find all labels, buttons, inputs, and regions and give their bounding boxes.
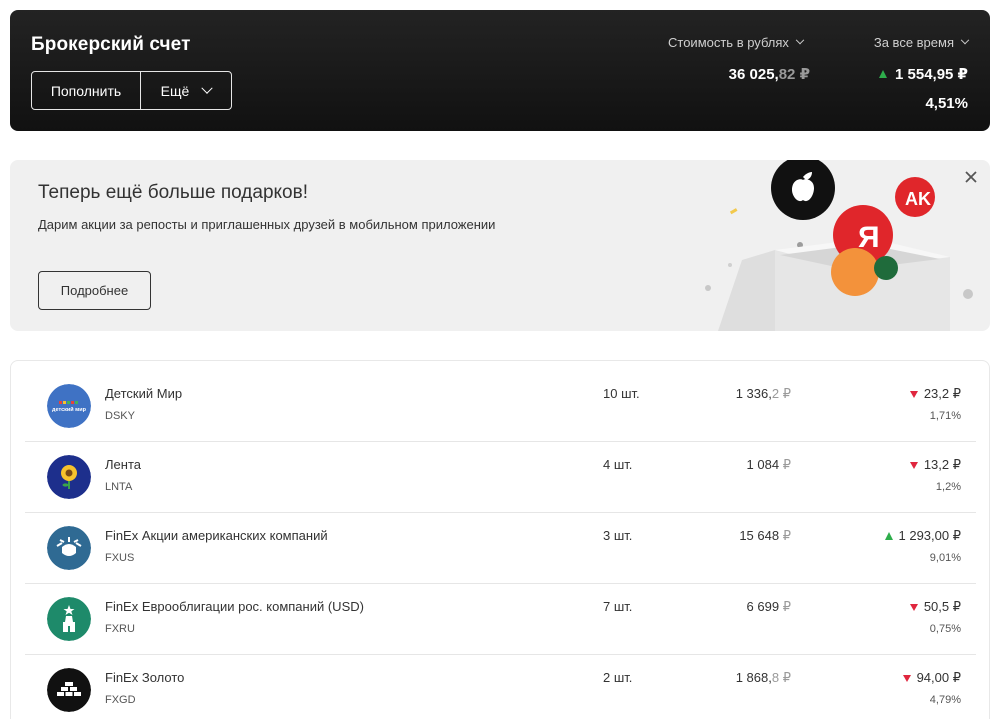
holding-value: 1 084 ₽ — [747, 457, 791, 473]
holding-value-currency: ₽ — [782, 457, 791, 472]
holding-value-int: 15 648 — [739, 528, 780, 543]
close-icon[interactable] — [964, 170, 978, 184]
holding-value: 1 336,2 ₽ — [736, 386, 791, 402]
holding-value-int: 1 336, — [735, 386, 772, 401]
portfolio-gain-percent: 4,51% — [925, 95, 968, 112]
svg-text:детский мир: детский мир — [52, 406, 87, 413]
holding-change-percent: 4,79% — [929, 694, 961, 706]
holding-ticker: DSKY — [105, 410, 135, 422]
promo-details-button[interactable]: Подробнее — [38, 271, 151, 310]
holding-value: 6 699 ₽ — [747, 599, 791, 615]
holding-change-value: 1 293,00 ₽ — [898, 528, 962, 543]
valuation-dropdown[interactable]: Стоимость в рублях — [668, 35, 805, 50]
holding-name: Детский Мир — [105, 386, 183, 401]
holding-row[interactable]: детский мир Детский Мир DSKY 10 шт. 1 336,2 … — [25, 371, 976, 442]
holding-value: 1 868,8 ₽ — [736, 670, 791, 686]
svg-text:AK: AK — [905, 189, 931, 209]
arrow-up-icon — [884, 532, 893, 540]
holding-value-currency: ₽ — [782, 528, 791, 543]
holding-value-currency: ₽ — [782, 670, 791, 685]
holdings-list: детский мир Детский Мир DSKY 10 шт. 1 336,2 … — [10, 360, 990, 719]
valuation-dropdown-label: Стоимость в рублях — [668, 35, 789, 50]
more-button-label: Ещё — [160, 82, 190, 99]
promo-description: Дарим акции за репосты и приглашенных др… — [38, 217, 496, 232]
holding-change: 1 293,00 ₽ — [884, 528, 962, 544]
holding-name: FinEx Акции американских компаний — [105, 528, 328, 543]
arrow-down-icon — [909, 603, 918, 611]
holding-change: 94,00 ₽ — [902, 670, 961, 686]
holding-row[interactable]: FinEx Еврооблигации рос. компаний (USD) F… — [25, 584, 976, 655]
chevron-down-icon — [201, 82, 213, 94]
holding-change-percent: 0,75% — [929, 623, 961, 635]
portfolio-total-frac: 82 — [778, 66, 796, 83]
holding-quantity: 7 шт. — [603, 599, 633, 614]
promo-title: Теперь ещё больше подарков! — [38, 182, 308, 203]
holding-ticker: FXGD — [105, 694, 136, 706]
holding-ticker: LNTA — [105, 481, 133, 493]
holding-value-int: 1 084 — [746, 457, 780, 472]
holding-quantity: 2 шт. — [603, 670, 633, 685]
holding-change: 13,2 ₽ — [909, 457, 961, 473]
period-dropdown[interactable]: За все время — [873, 35, 970, 50]
holding-value: 15 648 ₽ — [739, 528, 791, 544]
holding-value-currency: ₽ — [782, 599, 791, 614]
statue-of-liberty-logo-icon — [47, 526, 91, 570]
chevron-down-icon — [795, 35, 805, 44]
portfolio-gain-value: 1 554,95 ₽ — [895, 66, 968, 83]
topup-button[interactable]: Пополнить — [32, 72, 141, 109]
header-actions: Пополнить Ещё — [31, 71, 232, 110]
holding-ticker: FXRU — [105, 623, 135, 635]
lenta-sunflower-logo-icon — [47, 455, 91, 499]
holding-ticker: FXUS — [105, 552, 135, 564]
arrow-up-icon — [879, 70, 887, 78]
arrow-down-icon — [909, 461, 918, 469]
holding-change: 50,5 ₽ — [909, 599, 961, 615]
holding-name: FinEx Золото — [105, 670, 185, 685]
arrow-down-icon — [902, 674, 911, 682]
holding-value-int: 6 699 — [746, 599, 780, 614]
gold-bars-logo-icon — [47, 668, 91, 712]
holding-row[interactable]: FinEx Акции американских компаний FXUS 3 ш… — [25, 513, 976, 584]
holding-change-value: 13,2 ₽ — [923, 457, 961, 472]
holding-change: 23,2 ₽ — [909, 386, 961, 402]
holding-value-frac: 2 — [771, 386, 780, 401]
holding-value-int: 1 868, — [735, 670, 772, 685]
holding-value-currency: ₽ — [782, 386, 791, 401]
chevron-down-icon — [960, 35, 970, 44]
period-dropdown-label: За все время — [873, 35, 954, 50]
holding-row[interactable]: FinEx Золото FXGD 2 шт. 1 868,8 ₽94,00 ₽4,7… — [25, 655, 976, 719]
account-title: Брокерский счет — [31, 34, 191, 55]
holding-change-value: 23,2 ₽ — [923, 386, 961, 401]
holding-row[interactable]: Лента LNTA 4 шт. 1 084 ₽13,2 ₽1,2% — [25, 442, 976, 513]
holding-quantity: 10 шт. — [603, 386, 640, 401]
portfolio-gain: 1 554,95 ₽ — [879, 65, 968, 83]
holding-value-frac: 8 — [771, 670, 780, 685]
more-button[interactable]: Ещё — [141, 72, 231, 109]
holding-name: Лента — [105, 457, 141, 472]
portfolio-total-int: 36 025, — [728, 66, 779, 83]
holding-change-value: 94,00 ₽ — [916, 670, 961, 685]
holding-change-percent: 9,01% — [929, 552, 961, 564]
holding-quantity: 4 шт. — [603, 457, 633, 472]
portfolio-total: 36 025,82 ₽ — [729, 65, 810, 83]
holding-quantity: 3 шт. — [603, 528, 633, 543]
holding-change-percent: 1,2% — [935, 481, 961, 493]
holding-change-value: 50,5 ₽ — [923, 599, 961, 614]
detsky-mir-logo-icon: детский мир — [47, 384, 91, 428]
holding-name: FinEx Еврооблигации рос. компаний (USD) — [105, 599, 364, 614]
gift-box-illustration: Я AK — [705, 160, 973, 331]
holding-change-percent: 1,71% — [929, 410, 961, 422]
arrow-down-icon — [909, 390, 918, 398]
kremlin-tower-logo-icon — [47, 597, 91, 641]
promo-banner: Теперь ещё больше подарков! Дарим акции … — [10, 160, 990, 331]
portfolio-total-currency: ₽ — [799, 66, 810, 83]
account-header: Брокерский счет Пополнить Ещё Стоимость … — [10, 10, 990, 131]
